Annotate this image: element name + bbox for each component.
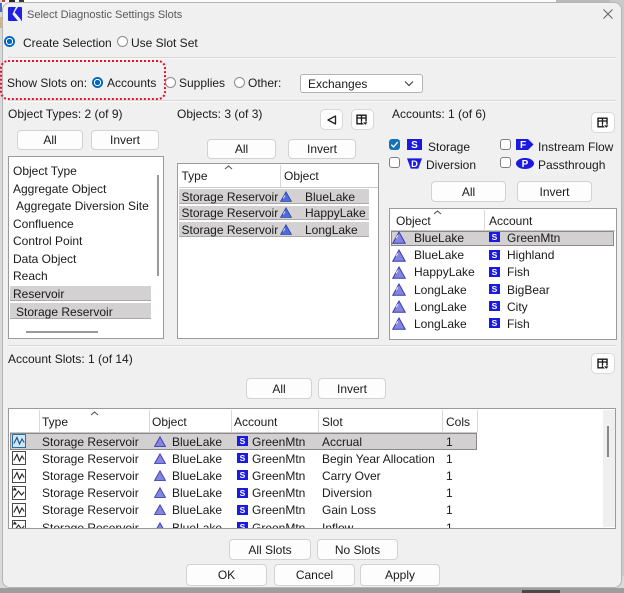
- svg-text:D: D: [411, 158, 418, 168]
- svg-text:S: S: [492, 232, 498, 242]
- svg-text:P: P: [522, 159, 529, 169]
- svg-text:F: F: [520, 140, 526, 150]
- svg-text:S: S: [411, 140, 418, 150]
- svg-text:S: S: [240, 505, 246, 515]
- svg-text:S: S: [492, 267, 498, 277]
- svg-text:S: S: [240, 470, 246, 480]
- svg-text:S: S: [492, 250, 498, 260]
- svg-text:S: S: [240, 488, 246, 498]
- svg-text:S: S: [240, 522, 246, 529]
- svg-text:S: S: [492, 284, 498, 294]
- svg-text:S: S: [240, 436, 246, 446]
- svg-text:S: S: [492, 301, 498, 311]
- svg-text:S: S: [240, 453, 246, 463]
- svg-text:S: S: [492, 318, 498, 328]
